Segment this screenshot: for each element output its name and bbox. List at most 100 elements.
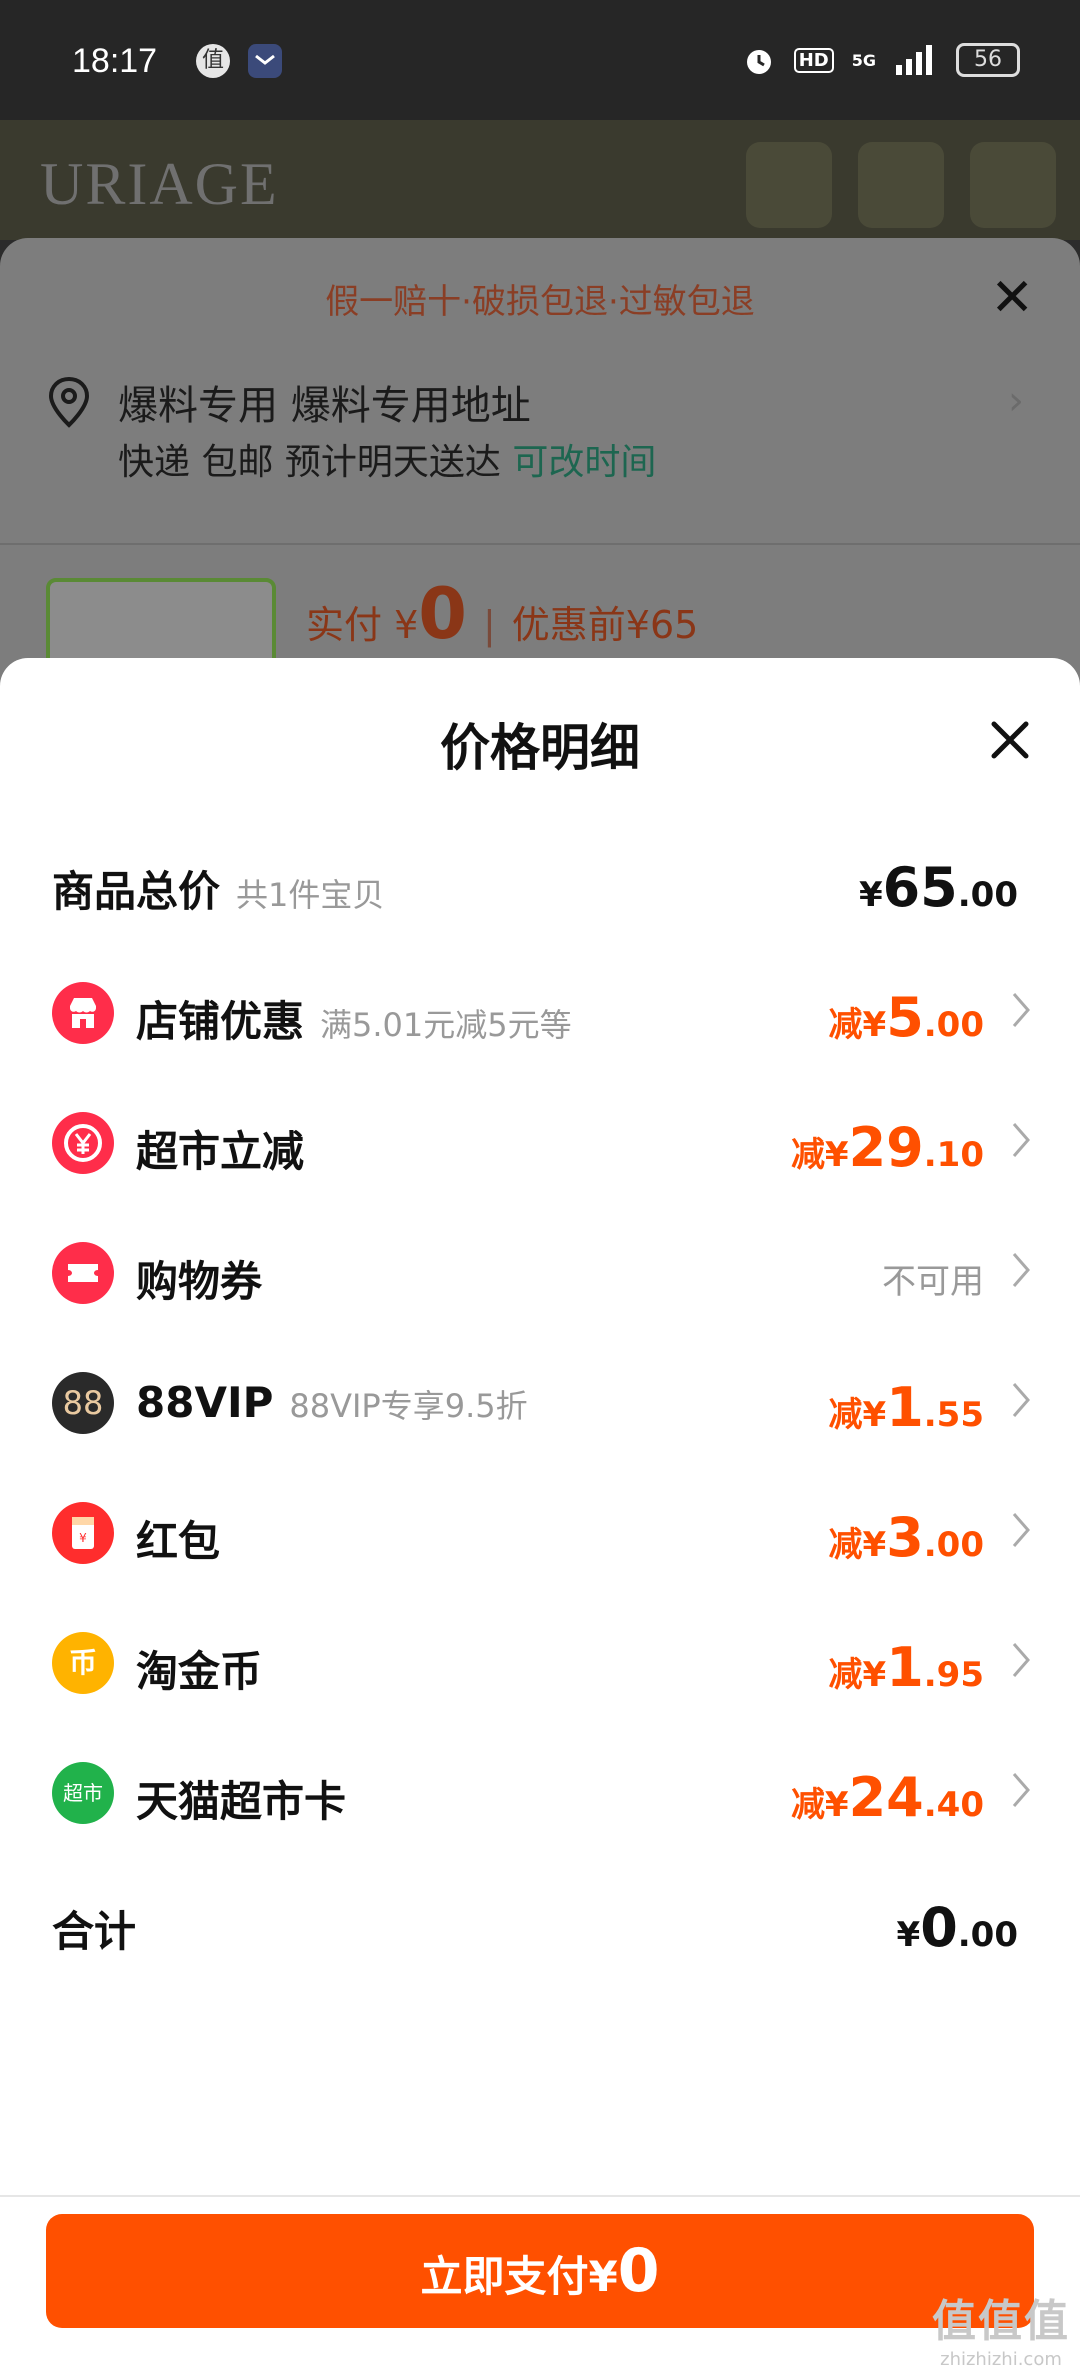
chevron-right-icon [1012,1513,1030,1547]
discount-value: 减¥1.95 [829,1636,984,1699]
value-decimal: .00 [957,875,1018,915]
value-prefix: 减¥ [828,1525,887,1565]
value-integer: 29 [848,1116,924,1179]
value-decimal: .00 [923,1005,984,1045]
discount-value: 减¥1.55 [829,1376,984,1439]
value-integer: 3 [886,1506,924,1569]
product-total-value: ¥65.00 [859,856,1018,919]
item-count: 共1件宝贝 [236,876,385,914]
discount-label: 超市立减 [136,1118,304,1179]
discount-row-store[interactable]: 店铺优惠 满5.01元减5元等 减¥5.00 [0,968,1080,1058]
discount-value: 减¥5.00 [829,986,984,1049]
close-icon[interactable] [984,714,1036,766]
supermarket-card-icon: 超市 [52,1762,114,1824]
discount-title: 店铺优惠 [136,997,305,1046]
88vip-glyph: 88 [62,1384,104,1422]
pay-button-amount: 0 [617,2236,660,2306]
88vip-icon: 88 [52,1372,114,1434]
chevron-right-icon [1012,1253,1030,1287]
svg-text:¥: ¥ [79,1531,87,1545]
value-decimal: .40 [923,1785,984,1825]
change-time-link[interactable]: 可改时间 [512,442,656,483]
discount-row-red-packet[interactable]: ¥ 红包 减¥3.00 [0,1488,1080,1578]
value-prefix: 减¥ [828,1005,887,1045]
unavailable-text: 不可用 [882,1262,984,1302]
ticket-icon [52,1242,114,1304]
yuan-coin-icon [52,1112,114,1174]
gold-coin-icon: 币 [52,1632,114,1694]
pay-button-currency: ¥ [588,2252,618,2301]
value-decimal: .95 [923,1655,984,1695]
value-prefix: 减¥ [790,1135,849,1175]
discount-value: 减¥24.40 [791,1766,984,1829]
value-prefix: 减¥ [790,1785,849,1825]
discount-title: 超市立减 [136,1127,305,1176]
discount-label: 店铺优惠 满5.01元减5元等 [136,988,572,1049]
chevron-right-icon [1012,1773,1030,1807]
sheet-title: 价格明细 [440,719,640,777]
pay-now-button[interactable]: 立即支付¥0 [46,2214,1034,2328]
chevron-right-icon [1012,993,1030,1027]
watermark-url: zhizhizhi.com [940,2349,1062,2370]
location-pin-icon [48,376,90,428]
value-integer: 24 [848,1766,924,1829]
discount-row-88vip[interactable]: 88 88VIP 88VIP专享9.5折 减¥1.55 [0,1358,1080,1448]
divider [0,543,1080,545]
discount-row-supermarket-card[interactable]: 超市 天猫超市卡 减¥24.40 [0,1748,1080,1838]
price-detail-sheet: 价格明细 商品总价 共1件宝贝 ¥65.00 店铺优惠 满5.01元减5元等 减¥5… [0,658,1080,2376]
value-decimal: .10 [923,1135,984,1175]
product-total-row: 商品总价 共1件宝贝 ¥65.00 [0,838,1080,928]
status-bar: 18:17 值 HD 5G 56 [0,0,1080,120]
paid-amount: 0 [418,573,467,655]
footer-divider [0,2195,1080,2197]
status-indicators: HD 5G 56 [742,40,1020,80]
sum-value: ¥0.00 [897,1896,1018,1959]
paid-label: 实付 ¥ [306,603,419,647]
more-button[interactable] [970,142,1056,228]
currency-symbol: ¥ [858,875,883,915]
discount-row-coupon[interactable]: 购物券 不可用 [0,1228,1080,1318]
value-integer: 1 [886,1376,924,1439]
discount-label: 淘金币 [136,1638,262,1699]
discount-label: 天猫超市卡 [136,1768,346,1829]
value-prefix: 减¥ [828,1655,887,1695]
watermark-logo: 值值值 [932,2296,1070,2347]
value-integer: 0 [920,1896,958,1959]
discount-value: 减¥29.10 [791,1116,984,1179]
status-time: 18:17 [72,42,158,80]
checkout-close-icon[interactable]: ✕ [990,268,1034,328]
gold-coin-glyph: 币 [68,1646,97,1679]
sum-label: 合计 [52,1907,137,1956]
paid-summary: 实付 ¥0 | 优惠前¥65 [306,573,699,655]
guarantee-banner: 假一赔十·破损包退·过敏包退 [325,282,755,322]
value-prefix: 减¥ [828,1395,887,1435]
delivery-text: 快递 包邮 预计明天送达 [118,442,501,483]
before-discount: 优惠前¥65 [511,603,699,647]
hd-icon: HD [793,47,834,73]
signal-icon [896,45,932,75]
discount-label: 购物券 [136,1248,262,1309]
network-type: 5G [851,50,876,70]
value-decimal: .55 [923,1395,984,1435]
cart-button[interactable] [858,142,944,228]
brand-logo: URIAGE [40,151,279,217]
product-total-label: 商品总价 共1件宝贝 [52,858,384,919]
value-integer: 65 [882,856,958,919]
discount-row-gold-coin[interactable]: 币 淘金币 减¥1.95 [0,1618,1080,1708]
discount-title: 购物券 [136,1257,263,1306]
discount-row-supermarket[interactable]: 超市立减 减¥29.10 [0,1098,1080,1188]
product-header: URIAGE [0,120,1080,240]
value-integer: 5 [886,986,924,1049]
supermarket-card-glyph: 超市 [63,1781,103,1805]
share-button[interactable] [746,142,832,228]
discount-subtext: 满5.01元减5元等 [320,1006,572,1044]
pay-button-label: 立即支付 [420,2252,589,2301]
red-packet-icon: ¥ [52,1502,114,1564]
address-text: 爆料专用 爆料专用地址 [118,383,531,429]
currency-symbol: ¥ [896,1915,921,1955]
address-chevron-icon: › [1008,378,1024,424]
discount-label: 88VIP 88VIP专享9.5折 [136,1378,528,1427]
value-decimal: .00 [957,1915,1018,1955]
site-watermark: 值值值 zhizhizhi.com [932,2285,1070,2370]
zhidemai-app-icon: 值 [196,44,230,78]
